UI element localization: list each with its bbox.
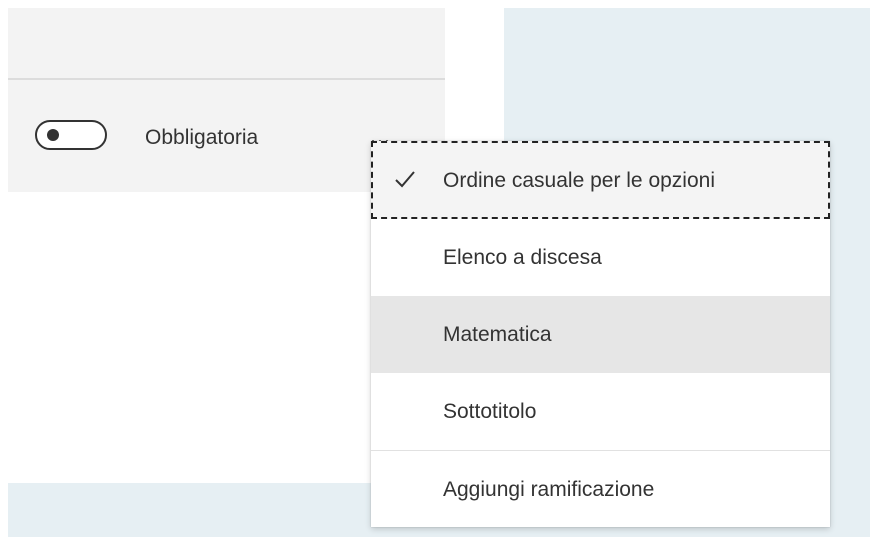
menu-item-label: Matematica xyxy=(443,323,552,346)
menu-item-label: Ordine casuale per le opzioni xyxy=(443,169,715,192)
required-label: Obbligatoria xyxy=(145,126,259,149)
menu-item-shuffle-options[interactable]: Ordine casuale per le opzioni xyxy=(371,141,830,219)
more-options-menu: Ordine casuale per le opzioni Elenco a d… xyxy=(371,141,830,527)
app-window: Obbligatoria ··· Ordine casuale per le o… xyxy=(0,0,870,537)
menu-item-label: Elenco a discesa xyxy=(443,246,602,269)
menu-item-label: Aggiungi ramificazione xyxy=(443,478,655,501)
required-toggle[interactable] xyxy=(35,120,107,150)
menu-item-label: Sottotitolo xyxy=(443,400,537,423)
checkmark-icon xyxy=(395,171,415,188)
menu-item-dropdown[interactable]: Elenco a discesa xyxy=(371,219,830,296)
question-card-header xyxy=(8,8,445,80)
menu-item-math[interactable]: Matematica xyxy=(371,296,830,373)
toggle-knob xyxy=(47,129,59,141)
menu-item-subtitle[interactable]: Sottotitolo xyxy=(371,373,830,450)
menu-item-add-branching[interactable]: Aggiungi ramificazione xyxy=(371,450,830,527)
